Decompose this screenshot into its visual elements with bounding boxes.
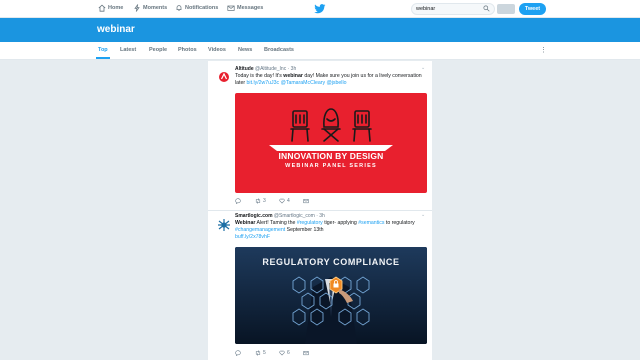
tab-people[interactable]: People <box>149 47 167 53</box>
heart-icon <box>279 198 285 204</box>
nav-home-label: Home <box>108 5 124 11</box>
like-count: 6 <box>287 350 290 356</box>
tweet-time[interactable]: 3h <box>319 213 325 219</box>
direct-message-button[interactable] <box>303 198 309 204</box>
tweet-text-part: September 13th <box>285 227 324 233</box>
poster-subtitle: WEBINAR PANEL SERIES <box>285 163 377 169</box>
profile-avatar-button[interactable] <box>497 4 515 14</box>
tweet-text-part: to regulatory <box>384 220 415 226</box>
more-options-icon[interactable]: ⋮ <box>540 46 547 54</box>
nav-moments[interactable]: Moments <box>133 4 167 12</box>
tweet-author-handle[interactable]: @Altitude_Inc <box>255 66 286 72</box>
nav-messages[interactable]: Messages <box>227 4 263 12</box>
tweet-text-keyword: webinar <box>283 73 303 79</box>
reply-button[interactable] <box>235 198 241 204</box>
like-count: 4 <box>287 198 290 204</box>
envelope-icon <box>227 5 235 11</box>
retweet-icon <box>255 350 261 356</box>
retweet-count: 5 <box>263 350 266 356</box>
chevron-down-icon[interactable]: ⌄ <box>421 65 425 71</box>
active-tab-indicator <box>96 57 110 59</box>
reply-icon <box>235 350 241 356</box>
tab-videos[interactable]: Videos <box>208 47 226 53</box>
twitter-bird-icon[interactable] <box>314 4 326 14</box>
search-tabs: Top Latest People Photos Videos News Bro… <box>0 42 640 60</box>
reply-icon <box>235 198 241 204</box>
tweet-header: Smartlogic.com @Smartlogic_com · 3h <box>235 213 325 219</box>
like-button[interactable]: 4 <box>279 198 290 204</box>
tweet-author-name[interactable]: Smartlogic.com <box>235 213 273 219</box>
tweet-item[interactable]: Smartlogic.com @Smartlogic_com · 3h ⌄ We… <box>208 211 432 360</box>
tweet-link[interactable]: buff.ly/2x78vhF <box>235 234 270 240</box>
tab-photos[interactable]: Photos <box>178 47 197 53</box>
tweet-hashtag[interactable]: #changemanagement <box>235 227 285 233</box>
tab-latest[interactable]: Latest <box>120 47 136 53</box>
direct-message-button[interactable] <box>303 350 309 356</box>
tweet-text-keyword: Webinar <box>235 220 256 226</box>
nav-messages-label: Messages <box>237 5 264 11</box>
retweet-icon <box>255 198 261 204</box>
poster-title: REGULATORY COMPLIANCE <box>262 257 400 267</box>
tweet-text-part: Alert! Taming the <box>255 220 297 226</box>
nav-moments-label: Moments <box>143 5 168 11</box>
tweet-item[interactable]: Altitude @Altitude_Inc · 3h ⌄ Today is t… <box>208 61 432 211</box>
tweet-media-image[interactable]: REGULATORY COMPLIANCE <box>235 247 427 344</box>
nav-home[interactable]: Home <box>98 4 123 12</box>
like-button[interactable]: 6 <box>279 350 290 356</box>
webinar-chairs-illustration <box>269 108 393 151</box>
reply-button[interactable] <box>235 350 241 356</box>
tweet-hashtag[interactable]: #semantics <box>358 220 384 226</box>
retweet-button[interactable]: 5 <box>255 350 266 356</box>
tweet-text-part: Today is the day! It's <box>235 73 284 79</box>
tweet-text: Today is the day! It's webinar day! Make… <box>235 73 425 87</box>
tab-top[interactable]: Top <box>98 47 108 53</box>
altitude-avatar[interactable] <box>216 69 232 85</box>
retweet-button[interactable]: 3 <box>255 198 266 204</box>
tweet-author-handle[interactable]: @Smartlogic_com <box>274 213 315 219</box>
tweet-author-name[interactable]: Altitude <box>235 66 254 72</box>
search-header-band: webinar <box>0 18 640 42</box>
tab-broadcasts[interactable]: Broadcasts <box>264 47 294 53</box>
heart-icon <box>279 350 285 356</box>
tweet-text-part: tiger- applying <box>322 220 359 226</box>
tweet-mention[interactable]: @jsbello <box>327 80 347 86</box>
envelope-icon <box>303 199 309 204</box>
envelope-icon <box>303 351 309 356</box>
chevron-down-icon[interactable]: ⌄ <box>421 212 425 218</box>
smartlogic-avatar[interactable] <box>216 217 232 233</box>
lightning-icon <box>134 4 140 12</box>
bell-icon <box>176 5 182 11</box>
nav-notifications-label: Notifications <box>185 5 219 11</box>
tweet-timeline: Altitude @Altitude_Inc · 3h ⌄ Today is t… <box>208 61 432 360</box>
tweet-button[interactable]: Tweet <box>519 3 546 15</box>
retweet-count: 3 <box>263 198 266 204</box>
tweet-mention[interactable]: @TamaraMcCleary <box>281 80 325 86</box>
search-query-title: webinar <box>97 24 135 35</box>
tweet-link[interactable]: bit.ly/2w7uJ3c <box>247 80 280 86</box>
nav-notifications[interactable]: Notifications <box>175 4 218 12</box>
poster-title: INNOVATION BY DESIGN <box>278 151 384 161</box>
tab-news[interactable]: News <box>238 47 252 53</box>
tweet-time[interactable]: 3h <box>291 66 297 72</box>
home-icon <box>98 4 106 12</box>
tweet-header: Altitude @Altitude_Inc · 3h <box>235 66 296 72</box>
top-navigation-bar: Home Moments Notifications Messages Twee… <box>0 0 640 18</box>
tweet-hashtag[interactable]: #regulatory <box>297 220 323 226</box>
tweet-media-image[interactable]: INNOVATION BY DESIGN WEBINAR PANEL SERIE… <box>235 93 427 193</box>
search-icon[interactable] <box>483 5 490 12</box>
tweet-text: Webinar Alert! Taming the #regulatory ti… <box>235 220 425 241</box>
